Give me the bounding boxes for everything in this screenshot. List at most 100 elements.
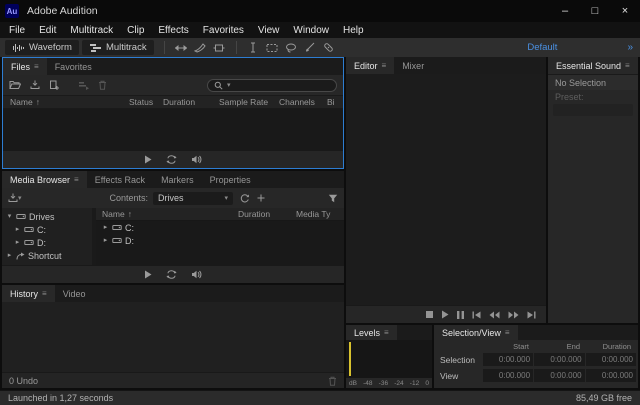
toolbar-overflow-chevron[interactable]: »	[627, 42, 633, 53]
close-button[interactable]: ×	[610, 0, 640, 22]
panel-menu-icon[interactable]: ≡	[382, 61, 387, 70]
expander-closed-icon[interactable]: ▸	[102, 237, 109, 244]
panel-menu-icon[interactable]: ≡	[625, 61, 630, 70]
lasso-selection-tool-button[interactable]	[282, 40, 300, 55]
tab-favorites[interactable]: Favorites	[47, 58, 100, 75]
tree-item-shortcut[interactable]: ▸ Shortcut	[2, 249, 92, 262]
play-button[interactable]	[144, 270, 152, 279]
fast-forward-button[interactable]	[508, 311, 519, 319]
tree-item-drives[interactable]: ▾ Drives	[2, 210, 92, 223]
maximize-button[interactable]: □	[580, 0, 610, 22]
panel-menu-icon[interactable]: ≡	[505, 328, 510, 337]
contents-dropdown[interactable]: Drives ▾	[153, 191, 234, 205]
column-header-channels[interactable]: Channels	[279, 97, 327, 107]
multitrack-view-button[interactable]: Multitrack	[81, 40, 154, 55]
column-header-duration[interactable]: Duration	[238, 209, 296, 219]
tab-files[interactable]: Files ≡	[3, 58, 47, 75]
pause-button[interactable]	[457, 310, 464, 319]
expander-closed-icon[interactable]: ▸	[6, 252, 13, 259]
column-header-media-type[interactable]: Media Ty	[296, 209, 344, 219]
loop-playback-button[interactable]	[166, 155, 177, 164]
tab-markers[interactable]: Markers	[153, 171, 202, 188]
delete-file-button[interactable]	[98, 80, 107, 90]
view-end-value[interactable]: 0:00.000	[534, 369, 585, 382]
skip-to-end-button[interactable]	[527, 311, 536, 319]
search-options-caret-icon[interactable]: ▾	[227, 82, 231, 89]
import-file-button[interactable]	[30, 80, 40, 90]
list-item-d-drive[interactable]: ▸ D:	[96, 234, 344, 247]
menu-item-edit[interactable]: Edit	[32, 25, 63, 36]
menu-item-favorites[interactable]: Favorites	[196, 25, 251, 36]
view-duration-value[interactable]: 0:00.000	[585, 369, 636, 382]
tab-editor[interactable]: Editor ≡	[346, 57, 395, 74]
preset-dropdown[interactable]	[553, 104, 633, 116]
play-button[interactable]	[144, 155, 152, 164]
media-browser-items[interactable]: ▸ C: ▸ D:	[96, 221, 344, 265]
waveform-view-button[interactable]: Waveform	[5, 40, 79, 55]
new-media-button[interactable]	[49, 80, 59, 90]
rewind-button[interactable]	[489, 311, 500, 319]
tab-history[interactable]: History ≡	[2, 285, 55, 302]
slip-tool-button[interactable]	[210, 40, 228, 55]
level-meter[interactable]	[346, 340, 432, 378]
selection-end-value[interactable]: 0:00.000	[534, 353, 585, 366]
list-item-c-drive[interactable]: ▸ C:	[96, 221, 344, 234]
time-selection-tool-button[interactable]	[244, 40, 262, 55]
expander-open-icon[interactable]: ▾	[6, 213, 13, 220]
clear-history-button[interactable]	[328, 376, 337, 386]
tree-item-c-drive[interactable]: ▸ C:	[2, 223, 92, 236]
menu-item-view[interactable]: View	[251, 25, 287, 36]
import-media-button[interactable]	[8, 193, 18, 203]
expander-closed-icon[interactable]: ▸	[14, 239, 21, 246]
skip-to-start-button[interactable]	[472, 311, 481, 319]
stop-button[interactable]	[426, 311, 433, 318]
spot-healing-brush-tool-button[interactable]	[320, 40, 338, 55]
editor-canvas[interactable]	[346, 74, 546, 305]
move-tool-button[interactable]	[172, 40, 190, 55]
files-list[interactable]	[3, 109, 343, 150]
refresh-button[interactable]	[240, 193, 250, 203]
panel-menu-icon[interactable]: ≡	[384, 328, 389, 337]
history-list[interactable]	[2, 302, 344, 372]
menu-item-help[interactable]: Help	[336, 25, 371, 36]
column-header-sample-rate[interactable]: Sample Rate	[219, 97, 279, 107]
tab-levels[interactable]: Levels ≡	[346, 325, 397, 340]
tree-item-d-drive[interactable]: ▸ D:	[2, 236, 92, 249]
menu-item-window[interactable]: Window	[286, 25, 336, 36]
auto-play-button[interactable]	[191, 270, 202, 279]
expander-closed-icon[interactable]: ▸	[102, 224, 109, 231]
selection-duration-value[interactable]: 0:00.000	[585, 353, 636, 366]
tab-effects-rack[interactable]: Effects Rack	[87, 171, 153, 188]
column-header-status[interactable]: Status	[129, 97, 163, 107]
panel-menu-icon[interactable]: ≡	[42, 289, 47, 298]
column-header-bit-depth[interactable]: Bi	[327, 97, 343, 107]
menu-item-multitrack[interactable]: Multitrack	[63, 25, 120, 36]
auto-play-button[interactable]	[191, 155, 202, 164]
tab-properties[interactable]: Properties	[202, 171, 259, 188]
workspace-selector[interactable]: Default	[527, 42, 557, 53]
insert-into-multitrack-button[interactable]	[78, 81, 89, 90]
import-media-caret-icon[interactable]: ▾	[18, 195, 22, 202]
loop-playback-button[interactable]	[166, 270, 177, 279]
expander-closed-icon[interactable]: ▸	[14, 226, 21, 233]
tab-media-browser[interactable]: Media Browser ≡	[2, 171, 87, 188]
column-header-duration[interactable]: Duration	[163, 97, 219, 107]
minimize-button[interactable]: –	[550, 0, 580, 22]
menu-item-clip[interactable]: Clip	[120, 25, 151, 36]
razor-tool-button[interactable]	[191, 40, 209, 55]
tab-selection-view[interactable]: Selection/View ≡	[434, 325, 518, 340]
paintbrush-selection-tool-button[interactable]	[301, 40, 319, 55]
tab-mixer[interactable]: Mixer	[394, 57, 432, 74]
view-start-value[interactable]: 0:00.000	[482, 369, 534, 382]
files-search-input[interactable]: ▾	[207, 78, 337, 92]
selection-start-value[interactable]: 0:00.000	[482, 353, 534, 366]
tab-video[interactable]: Video	[55, 285, 94, 302]
open-file-button[interactable]	[9, 80, 21, 90]
tab-essential-sound[interactable]: Essential Sound ≡	[548, 57, 638, 74]
column-header-name[interactable]: Name ↑	[96, 209, 238, 219]
column-header-name[interactable]: Name ↑	[3, 97, 129, 107]
play-button[interactable]	[441, 310, 449, 319]
menu-item-file[interactable]: File	[2, 25, 32, 36]
add-shortcut-button[interactable]	[257, 194, 265, 202]
filter-button[interactable]	[328, 194, 338, 203]
